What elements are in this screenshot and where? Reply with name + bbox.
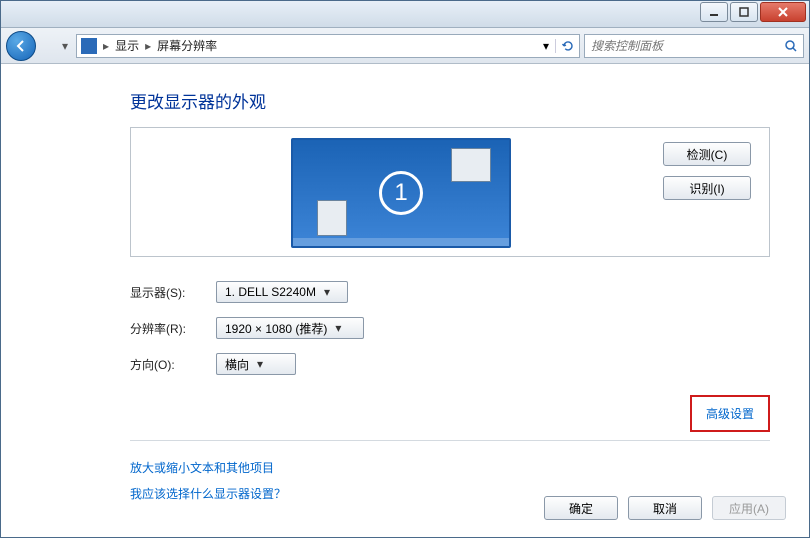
breadcrumb-seg-display[interactable]: 显示 [111,37,143,54]
display-select-value: 1. DELL S2240M [225,285,316,299]
help-choose-link[interactable]: 我应该选择什么显示器设置？ [130,487,286,501]
chevron-down-icon: ▾ [324,285,330,299]
back-button[interactable] [6,31,36,61]
ok-button[interactable]: 确定 [544,496,618,520]
breadcrumb-seg-resolution[interactable]: 屏幕分辨率 [153,37,221,54]
breadcrumb[interactable]: ▸ 显示 ▸ 屏幕分辨率 ▾ [76,34,580,58]
nav-buttons: ▾ [6,31,68,61]
preview-window-icon [451,148,491,182]
chevron-right-icon: ▸ [101,39,111,53]
apply-button[interactable]: 应用(A) [712,496,786,520]
orientation-row: 方向(O): 横向 ▾ [130,351,770,377]
preview-taskbar [293,238,509,246]
address-dropdown-icon[interactable]: ▾ [537,39,555,53]
monitor-preview[interactable]: 1 [291,138,511,248]
resolution-select[interactable]: 1920 × 1080 (推荐) ▾ [216,317,364,339]
titlebar [0,0,810,28]
detect-button[interactable]: 检测(C) [663,142,751,166]
resolution-label: 分辨率(R): [130,320,216,337]
chevron-down-icon: ▾ [335,321,341,335]
maximize-button[interactable] [730,2,758,22]
page-title: 更改显示器的外观 [130,88,770,113]
minimize-button[interactable] [700,2,728,22]
advanced-settings-link[interactable]: 高级设置 [706,407,754,421]
search-box[interactable] [584,34,804,58]
monitor-number-badge: 1 [379,171,423,215]
control-panel-icon [81,38,97,54]
resolution-row: 分辨率(R): 1920 × 1080 (推荐) ▾ [130,315,770,341]
dialog-button-bar: 确定 取消 应用(A) [544,496,786,520]
chevron-right-icon: ▸ [143,39,153,53]
search-input[interactable] [585,39,779,53]
preview-window-icon [317,200,347,236]
divider [130,440,770,441]
orientation-select[interactable]: 横向 ▾ [216,353,296,375]
identify-button[interactable]: 识别(I) [663,176,751,200]
display-label: 显示器(S): [130,284,216,301]
monitor-preview-panel: 1 检测(C) 识别(I) [130,127,770,257]
orientation-label: 方向(O): [130,356,216,373]
close-button[interactable] [760,2,806,22]
toolbar: ▾ ▸ 显示 ▸ 屏幕分辨率 ▾ [0,28,810,64]
display-row: 显示器(S): 1. DELL S2240M ▾ [130,279,770,305]
orientation-select-value: 横向 [225,356,249,373]
history-chevron-icon[interactable]: ▾ [62,39,68,53]
refresh-button[interactable] [555,39,579,53]
resolution-select-value: 1920 × 1080 (推荐) [225,320,327,337]
display-select[interactable]: 1. DELL S2240M ▾ [216,281,348,303]
text-size-link[interactable]: 放大或缩小文本和其他项目 [130,461,274,475]
search-icon[interactable] [779,39,803,53]
chevron-down-icon: ▾ [257,357,263,371]
cancel-button[interactable]: 取消 [628,496,702,520]
content-area: 更改显示器的外观 1 检测(C) 识别(I) 显示器(S): 1. DELL S… [0,64,810,507]
highlight-box: 高级设置 [690,395,770,432]
